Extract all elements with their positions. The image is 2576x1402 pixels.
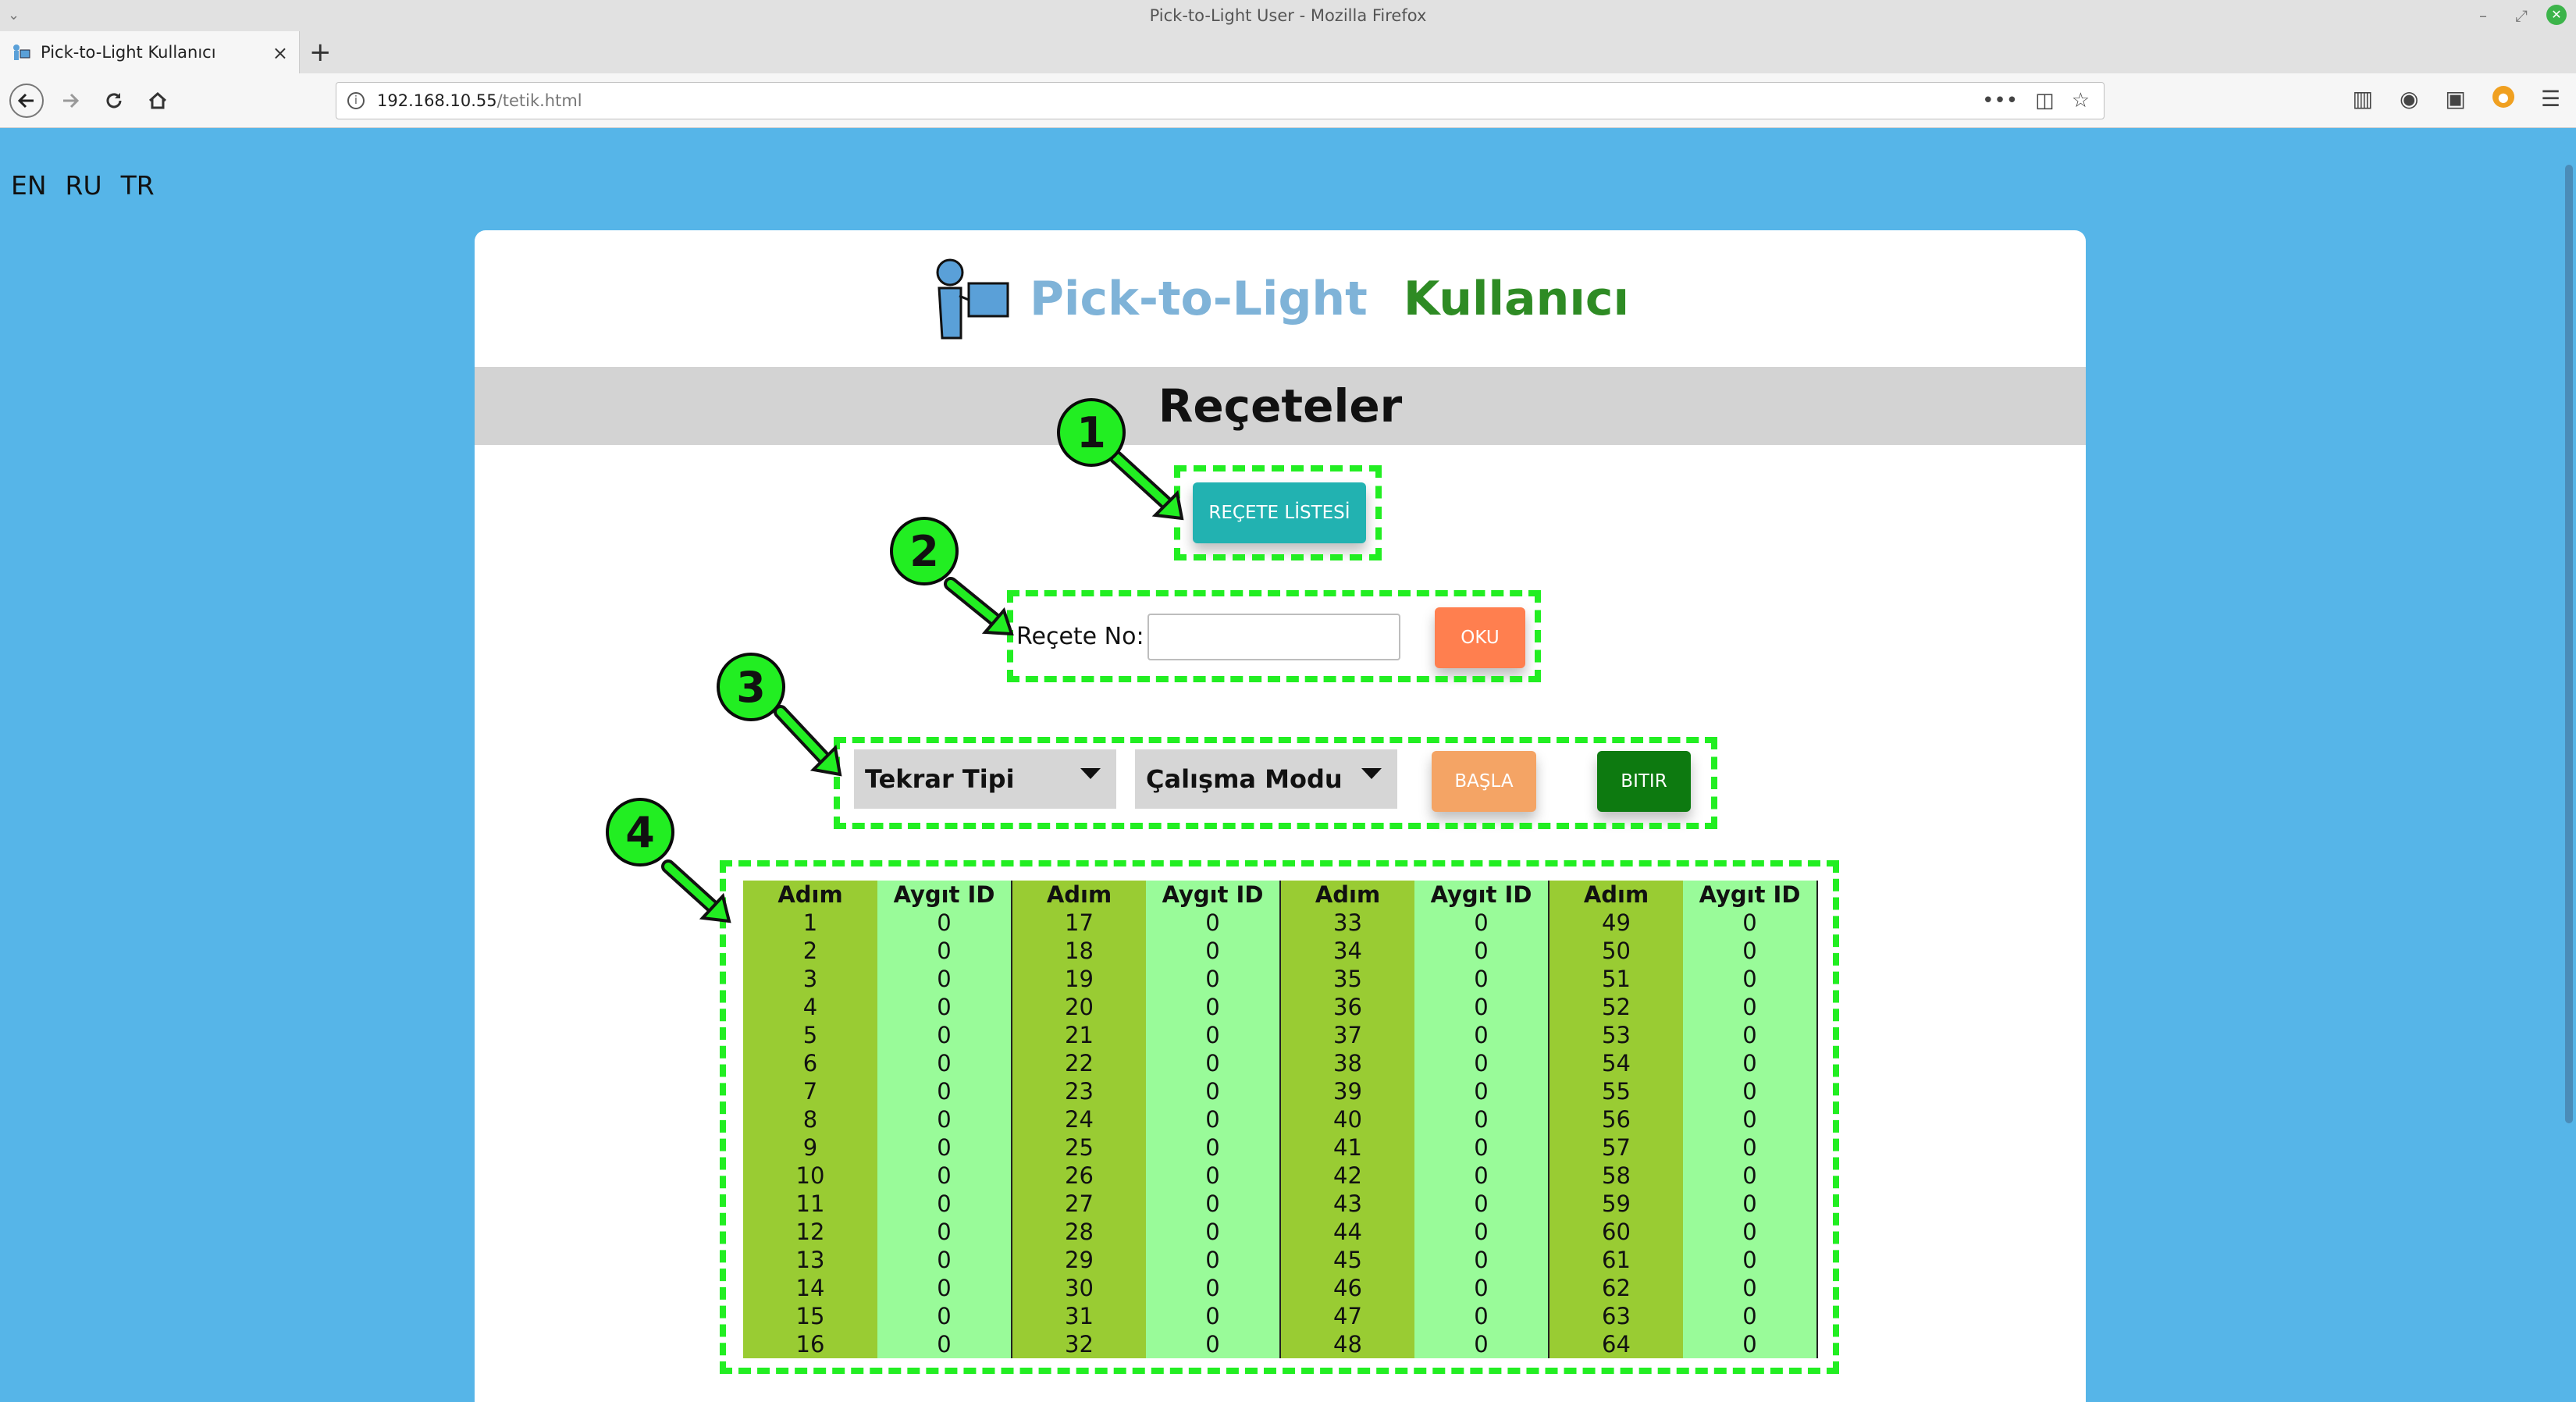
tab-strip: Pick-to-Light Kullanıcı × + xyxy=(0,31,2576,73)
extension-icon[interactable]: ● xyxy=(2492,86,2514,108)
bookmark-star-icon[interactable]: ☆ xyxy=(2072,89,2090,112)
brand-name: Pick-to-Light xyxy=(1029,271,1368,326)
forward-button[interactable] xyxy=(53,84,87,118)
new-tab-button[interactable]: + xyxy=(309,37,332,67)
tab-close-icon[interactable]: × xyxy=(272,42,288,64)
address-bar[interactable]: i 192.168.10.55/tetik.html ••• ◫ ☆ xyxy=(336,82,2105,119)
home-button[interactable] xyxy=(141,84,175,118)
window-title: Pick-to-Light User - Mozilla Firefox xyxy=(1149,6,1427,25)
window-titlebar: ⌄ Pick-to-Light User - Mozilla Firefox –… xyxy=(0,0,2576,31)
language-switcher: EN RU TR xyxy=(11,170,155,201)
callout-badge-2: 2 xyxy=(890,517,959,585)
callout-badge-3: 3 xyxy=(717,653,785,721)
section-header: Reçeteler xyxy=(475,367,2086,445)
pocket-icon[interactable]: ◫ xyxy=(2035,89,2055,112)
page-actions-icon[interactable]: ••• xyxy=(1982,89,2018,112)
lang-en-link[interactable]: EN xyxy=(11,170,47,201)
callout-box-4 xyxy=(720,860,1839,1374)
url-host: 192.168.10.55 xyxy=(377,91,497,110)
lang-ru-link[interactable]: RU xyxy=(66,170,102,201)
callout-badge-1: 1 xyxy=(1057,398,1126,467)
page-scrollbar[interactable] xyxy=(2559,160,2576,1402)
screenshot-icon[interactable]: ▣ xyxy=(2445,86,2465,112)
lang-tr-link[interactable]: TR xyxy=(121,170,155,201)
tab-title: Pick-to-Light Kullanıcı xyxy=(41,43,216,62)
account-icon[interactable]: ◉ xyxy=(2400,86,2418,112)
site-info-icon[interactable]: i xyxy=(347,92,365,109)
back-arrow-icon xyxy=(17,93,34,109)
window-close-icon[interactable]: ✕ xyxy=(2546,5,2567,25)
window-menu-icon[interactable]: ⌄ xyxy=(8,0,20,31)
forward-arrow-icon xyxy=(63,93,80,109)
hamburger-menu-icon[interactable]: ☰ xyxy=(2541,86,2560,112)
page-title: Reçeteler xyxy=(1158,379,1403,432)
callout-box-2 xyxy=(1007,590,1541,682)
back-button[interactable] xyxy=(9,84,44,118)
worker-box-logo-icon xyxy=(936,258,1009,339)
scrollbar-thumb[interactable] xyxy=(2565,165,2573,1123)
callout-box-3 xyxy=(834,737,1717,829)
reload-button[interactable] xyxy=(97,84,131,118)
browser-tab[interactable]: Pick-to-Light Kullanıcı × xyxy=(0,31,300,73)
minimize-icon[interactable]: – xyxy=(2479,0,2487,31)
home-icon xyxy=(148,91,167,109)
reload-icon xyxy=(106,93,122,109)
brand-role: Kullanıcı xyxy=(1403,271,1630,326)
callout-badge-4: 4 xyxy=(606,798,674,866)
brand-header: Pick-to-Light Kullanıcı xyxy=(475,230,2086,367)
callout-box-1 xyxy=(1174,465,1382,560)
restore-icon[interactable]: ⤢ xyxy=(2515,0,2528,31)
url-path: /tetik.html xyxy=(496,91,582,110)
sidebar-icon[interactable]: ▥ xyxy=(2353,86,2373,112)
navigation-toolbar: i 192.168.10.55/tetik.html ••• ◫ ☆ ▥ ◉ ▣… xyxy=(0,73,2576,128)
tab-favicon-icon xyxy=(13,44,30,60)
